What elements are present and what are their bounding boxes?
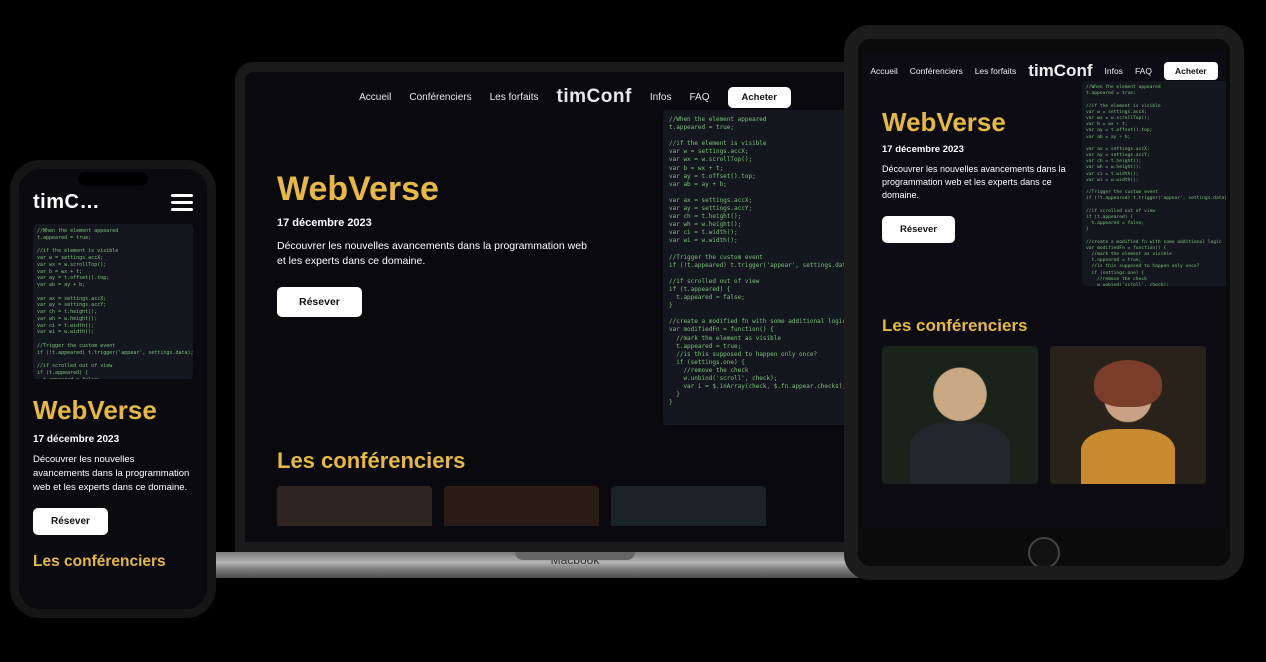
reserve-button[interactable]: Résever [277, 287, 362, 317]
buy-button[interactable]: Acheter [1164, 62, 1218, 80]
laptop-screen: Accueil Conférenciers Les forfaits timCo… [235, 62, 915, 552]
nav-infos[interactable]: Infos [1105, 66, 1123, 76]
code-snippet-image: //When the element appeared t.appeared =… [33, 224, 193, 379]
nav-forfaits[interactable]: Les forfaits [975, 66, 1017, 76]
speaker-card[interactable] [277, 486, 432, 526]
code-snippet-image: //When the element appeared t.appeared =… [1082, 81, 1226, 286]
speakers-heading: Les conférenciers [245, 416, 905, 486]
device-laptop: Accueil Conférenciers Les forfaits timCo… [220, 62, 930, 602]
buy-button[interactable]: Acheter [728, 87, 791, 108]
phone-hero: WebVerse 17 décembre 2023 Découvrer les … [19, 379, 207, 535]
phone-navbar: timC… [19, 169, 207, 220]
nav-accueil[interactable]: Accueil [359, 92, 391, 103]
brand-logo: timConf [1028, 61, 1092, 81]
speaker-card[interactable] [882, 346, 1038, 484]
reserve-button[interactable]: Résever [882, 216, 955, 243]
speaker-card[interactable] [1050, 346, 1206, 484]
speakers-heading: Les conférenciers [862, 302, 1226, 346]
device-tablet: Accueil Conférenciers Les forfaits timCo… [844, 25, 1244, 580]
reserve-button[interactable]: Résever [33, 508, 108, 535]
hamburger-menu-icon[interactable] [171, 194, 193, 211]
hero-description: Découvrer les nouvelles avancements dans… [277, 239, 587, 269]
hero-title: WebVerse [33, 395, 193, 426]
brand-logo: timC… [33, 191, 100, 214]
hero-description: Découvrer les nouvelles avancements dans… [882, 163, 1077, 202]
nav-forfaits[interactable]: Les forfaits [490, 92, 539, 103]
laptop-base: Macbook [195, 552, 955, 578]
speakers-heading: Les conférenciers [19, 535, 207, 571]
nav-faq[interactable]: FAQ [1135, 66, 1152, 76]
nav-accueil[interactable]: Accueil [870, 66, 897, 76]
laptop-speakers-row [245, 486, 905, 526]
speaker-card[interactable] [611, 486, 766, 526]
hero-description: Découvrer les nouvelles avancements dans… [33, 453, 193, 494]
nav-faq[interactable]: FAQ [690, 92, 710, 103]
tablet-hero: //When the element appeared t.appeared =… [862, 87, 1226, 302]
speaker-card[interactable] [444, 486, 599, 526]
laptop-base-label: Macbook [551, 553, 600, 567]
brand-logo: timConf [557, 86, 632, 108]
laptop-hero: //When the element appeared t.appeared =… [245, 116, 905, 416]
hero-date: 17 décembre 2023 [33, 434, 193, 445]
nav-infos[interactable]: Infos [650, 92, 672, 103]
tablet-speakers-row [862, 346, 1226, 484]
nav-conferenciers[interactable]: Conférenciers [409, 92, 471, 103]
nav-conferenciers[interactable]: Conférenciers [910, 66, 963, 76]
device-phone: timC… //When the element appeared t.appe… [10, 160, 216, 618]
tablet-screen: Accueil Conférenciers Les forfaits timCo… [862, 51, 1226, 528]
